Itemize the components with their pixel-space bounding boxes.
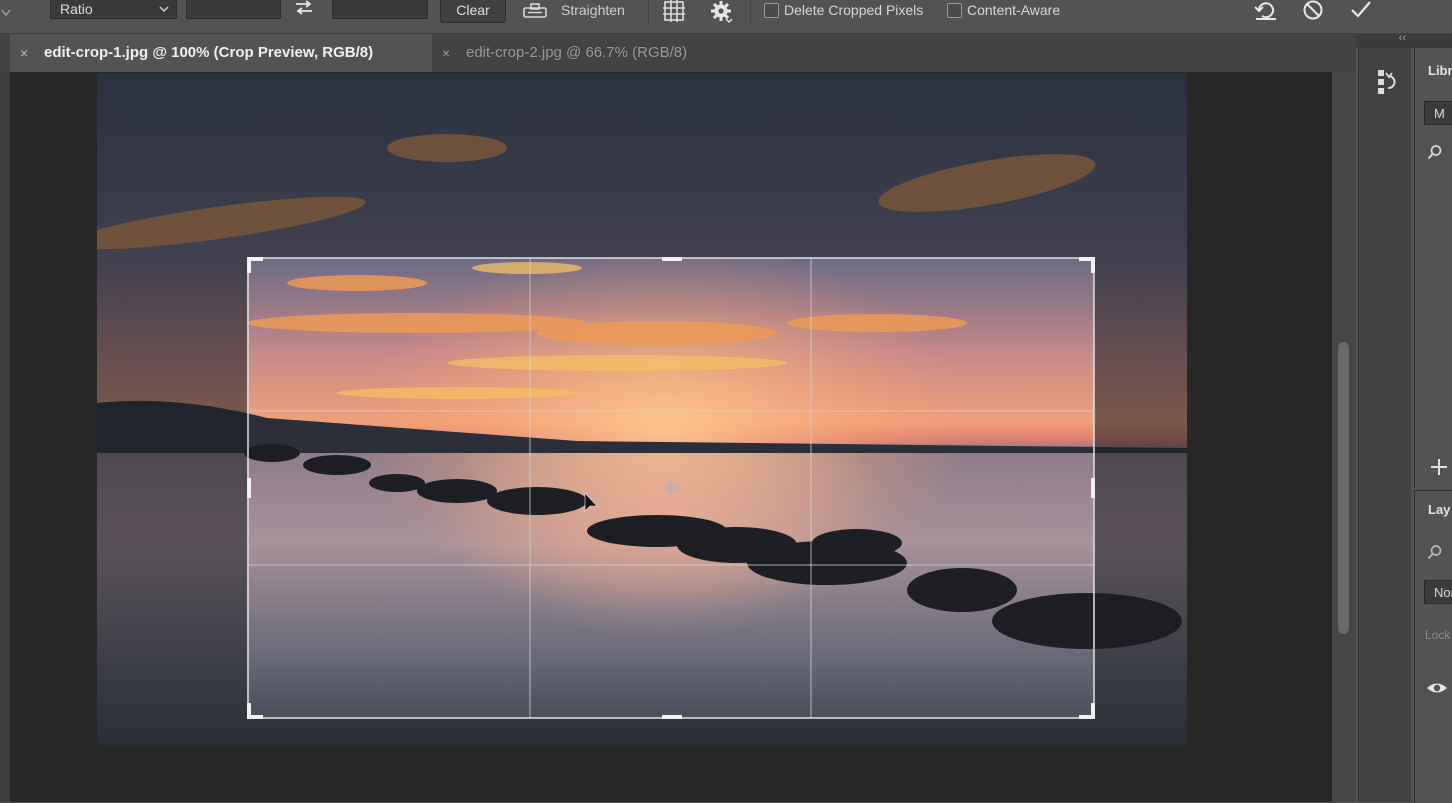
options-bar: Ratio Clear Straighten Delete Cropped Pi… — [0, 0, 1452, 34]
tool-preset-arrow-icon[interactable] — [0, 6, 12, 20]
tab-edit-crop-2[interactable]: × edit-crop-2.jpg @ 66.7% (RGB/8) — [432, 34, 752, 72]
layers-panel: Lay Nor Lock — [1414, 490, 1452, 803]
reset-crop-icon[interactable] — [1253, 0, 1279, 22]
history-panel-icon[interactable] — [1375, 68, 1399, 96]
gear-icon[interactable] — [709, 0, 733, 24]
chevron-down-icon — [159, 6, 169, 13]
collapse-panels-icon[interactable]: ‹‹ — [1399, 32, 1406, 44]
scrollbar-thumb[interactable] — [1338, 342, 1349, 634]
crop-ratio-value: Ratio — [60, 1, 93, 17]
swap-dimensions-icon[interactable] — [293, 0, 315, 16]
close-tab-icon[interactable]: × — [442, 34, 450, 72]
cancel-crop-icon[interactable] — [1300, 0, 1326, 22]
search-icon[interactable] — [1427, 144, 1443, 160]
close-tab-icon[interactable]: × — [20, 34, 28, 72]
add-library-icon[interactable] — [1429, 457, 1449, 477]
tab-label: edit-crop-2.jpg @ 66.7% (RGB/8) — [466, 44, 688, 61]
lock-label: Lock — [1425, 628, 1451, 642]
crop-ratio-select[interactable]: Ratio — [50, 0, 177, 19]
blend-mode-select[interactable]: Nor — [1424, 580, 1452, 604]
content-aware-checkbox[interactable] — [947, 3, 962, 18]
tab-edit-crop-1[interactable]: × edit-crop-1.jpg @ 100% (Crop Preview, … — [10, 34, 432, 72]
clear-button[interactable]: Clear — [440, 0, 506, 23]
libraries-panel: Libr M — [1414, 48, 1452, 488]
photo-canvas[interactable] — [97, 73, 1187, 745]
separator — [750, 0, 751, 26]
crop-height-input[interactable] — [332, 0, 428, 19]
layers-panel-title[interactable]: Lay — [1428, 502, 1450, 517]
straighten-level-icon[interactable] — [522, 2, 548, 20]
content-aware-label[interactable]: Content-Aware — [967, 2, 1060, 18]
delete-cropped-pixels-label[interactable]: Delete Cropped Pixels — [784, 2, 923, 18]
straighten-label[interactable]: Straighten — [561, 2, 625, 18]
delete-cropped-pixels-checkbox[interactable] — [764, 3, 779, 18]
filter-search-icon[interactable] — [1427, 544, 1443, 560]
overlay-grid-icon[interactable] — [662, 0, 686, 22]
separator — [648, 0, 649, 26]
libraries-panel-title[interactable]: Libr — [1428, 63, 1452, 78]
panel-icon-dock — [1358, 48, 1411, 802]
tab-label: edit-crop-1.jpg @ 100% (Crop Preview, RG… — [44, 44, 374, 61]
document-tab-bar: × edit-crop-1.jpg @ 100% (Crop Preview, … — [0, 34, 1356, 72]
crop-width-input[interactable] — [186, 0, 281, 19]
layer-visibility-eye-icon[interactable] — [1425, 680, 1449, 696]
left-tool-strip — [0, 34, 10, 802]
commit-crop-icon[interactable] — [1348, 0, 1374, 22]
dock-collapse-bar[interactable]: ‹‹ — [1356, 32, 1452, 48]
library-dropdown[interactable]: M — [1424, 101, 1452, 125]
